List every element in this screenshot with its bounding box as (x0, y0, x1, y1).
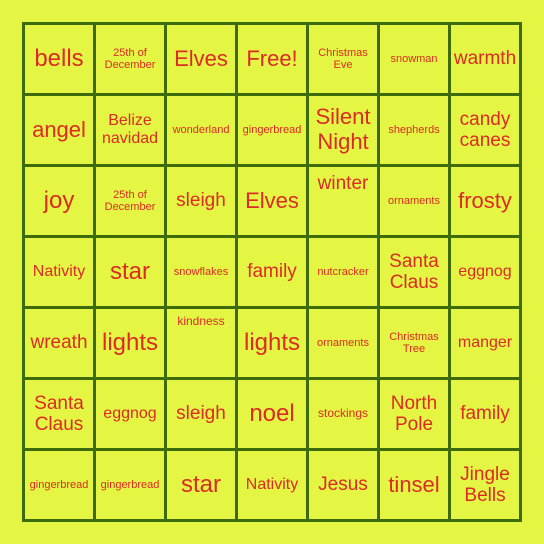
bingo-cell[interactable]: Christmas Eve (309, 25, 377, 93)
bingo-cell[interactable]: lights (96, 309, 164, 377)
bingo-cell-label: candy canes (459, 108, 511, 151)
bingo-cell-label: stockings (317, 406, 369, 421)
bingo-cell-label: 25th of December (104, 188, 156, 213)
bingo-cell-label: star (109, 257, 150, 285)
bingo-cell-label: snowman (390, 52, 438, 65)
bingo-cell[interactable]: 25th of December (96, 25, 164, 93)
bingo-cell-label: Elves (245, 187, 299, 213)
bingo-cell[interactable]: sleigh (167, 167, 235, 235)
bingo-cell[interactable]: Santa Claus (380, 238, 448, 306)
bingo-cell-label: gingerbread (29, 478, 89, 491)
bingo-cell-label: Silent Night (315, 104, 371, 154)
bingo-cell[interactable]: nutcracker (309, 238, 377, 306)
bingo-cell[interactable]: 25th of December (96, 167, 164, 235)
bingo-cell-label: gingerbread (242, 123, 302, 136)
bingo-cell[interactable]: noel (238, 380, 306, 448)
bingo-cell-label: Santa Claus (34, 392, 84, 435)
bingo-cell-label: sleigh (176, 403, 226, 425)
bingo-cell[interactable]: snowflakes (167, 238, 235, 306)
bingo-cell[interactable]: Silent Night (309, 96, 377, 164)
bingo-cell-label: lights (243, 328, 301, 356)
bingo-cell-label: wreath (30, 332, 88, 354)
bingo-cell[interactable]: wreath (25, 309, 93, 377)
bingo-cell-label: sleigh (176, 190, 226, 212)
bingo-cell[interactable]: Jesus (309, 451, 377, 519)
bingo-cell[interactable]: shepherds (380, 96, 448, 164)
bingo-cell[interactable]: gingerbread (25, 451, 93, 519)
bingo-cell[interactable]: tinsel (380, 451, 448, 519)
bingo-cell-label: manger (457, 334, 513, 352)
bingo-cell[interactable]: ornaments (380, 167, 448, 235)
bingo-cell[interactable]: angel (25, 96, 93, 164)
bingo-cell[interactable]: manger (451, 309, 519, 377)
bingo-cell[interactable]: kindness (167, 309, 235, 377)
bingo-cell[interactable]: gingerbread (96, 451, 164, 519)
bingo-cell-label: Elves (174, 45, 228, 71)
bingo-cell-label: family (247, 261, 297, 283)
bingo-cell[interactable]: eggnog (451, 238, 519, 306)
bingo-cell[interactable]: lights (238, 309, 306, 377)
bingo-cell-label: angel (32, 116, 86, 142)
bingo-cell[interactable]: eggnog (96, 380, 164, 448)
bingo-cell-label: tinsel (388, 471, 440, 497)
bingo-cell[interactable]: family (238, 238, 306, 306)
bingo-cell-label: ornaments (317, 336, 369, 349)
bingo-cell-label: Christmas Eve (318, 46, 368, 71)
bingo-cell-label: frosty (458, 187, 512, 213)
bingo-cell[interactable]: snowman (380, 25, 448, 93)
bingo-cell[interactable]: family (451, 380, 519, 448)
bingo-cell-label: North Pole (390, 392, 438, 435)
bingo-cell-label: gingerbread (100, 478, 160, 491)
bingo-cell[interactable]: North Pole (380, 380, 448, 448)
bingo-cell-label: ornaments (388, 194, 440, 207)
bingo-cell-label: eggnog (458, 263, 512, 281)
bingo-cell[interactable]: joy (25, 167, 93, 235)
bingo-cell-label: Nativity (32, 263, 86, 281)
bingo-cell[interactable]: star (167, 451, 235, 519)
bingo-cell[interactable]: Elves (167, 25, 235, 93)
bingo-cell-label: wonderland (172, 123, 230, 136)
bingo-cell[interactable]: gingerbread (238, 96, 306, 164)
bingo-cell-label: star (180, 470, 221, 498)
bingo-cell-label: nutcracker (317, 265, 369, 278)
bingo-cell-label: Free! (246, 45, 298, 71)
bingo-cell[interactable]: Nativity (25, 238, 93, 306)
bingo-cell-label: Nativity (245, 476, 299, 494)
bingo-cell-label: Jesus (318, 474, 368, 496)
bingo-cell-label: Belize navidad (101, 112, 159, 147)
bingo-cell[interactable]: Santa Claus (25, 380, 93, 448)
bingo-board: bells 25th of December Elves Free! Christmas… (22, 22, 522, 522)
bingo-cell-label: noel (249, 399, 295, 427)
bingo-cell[interactable]: Jingle Bells (451, 451, 519, 519)
bingo-cell-label: winter (317, 173, 369, 194)
bingo-cell-label: lights (101, 328, 159, 356)
bingo-cell[interactable]: wonderland (167, 96, 235, 164)
bingo-cell-label: Jingle Bells (460, 463, 510, 506)
bingo-cell[interactable]: ornaments (309, 309, 377, 377)
bingo-cell-label: warmth (453, 48, 517, 70)
bingo-cell-label: Santa Claus (389, 250, 439, 293)
bingo-cell[interactable]: warmth (451, 25, 519, 93)
bingo-cell[interactable]: star (96, 238, 164, 306)
bingo-cell[interactable]: Christmas Tree (380, 309, 448, 377)
bingo-cell[interactable]: Belize navidad (96, 96, 164, 164)
bingo-cell-label: Christmas Tree (389, 330, 439, 355)
bingo-cell-label: snowflakes (173, 265, 229, 278)
bingo-cell[interactable]: frosty (451, 167, 519, 235)
bingo-cell-label: eggnog (103, 405, 157, 423)
bingo-cell[interactable]: stockings (309, 380, 377, 448)
bingo-cell-label: bells (34, 44, 84, 72)
bingo-cell-label: shepherds (388, 123, 440, 136)
bingo-cell[interactable]: Free! (238, 25, 306, 93)
bingo-cell-label: family (460, 403, 510, 425)
bingo-cell[interactable]: bells (25, 25, 93, 93)
bingo-cell[interactable]: Nativity (238, 451, 306, 519)
bingo-cell-label: joy (43, 186, 75, 214)
bingo-cell[interactable]: winter (309, 167, 377, 235)
bingo-cell-label: kindness (177, 314, 225, 328)
bingo-cell[interactable]: Elves (238, 167, 306, 235)
bingo-cell[interactable]: sleigh (167, 380, 235, 448)
bingo-cell-label: 25th of December (104, 46, 156, 71)
bingo-cell[interactable]: candy canes (451, 96, 519, 164)
